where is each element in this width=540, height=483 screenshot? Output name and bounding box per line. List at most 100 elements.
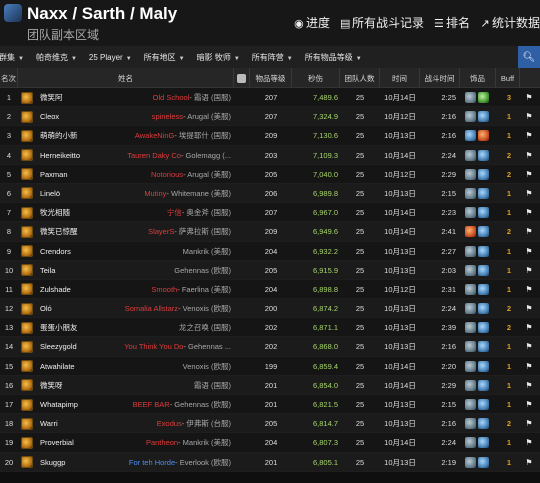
trinket-icon[interactable] bbox=[465, 322, 476, 334]
table-row[interactable]: 19 Proverbial Pantheon - Mankrik (美服) 204 6,8… bbox=[0, 433, 540, 453]
dps-cell[interactable]: 6,898.8 bbox=[296, 280, 338, 299]
flag-icon[interactable]: ⚑ bbox=[521, 165, 537, 184]
buff-count[interactable]: 3 bbox=[500, 88, 518, 107]
dps-cell[interactable]: 7,324.9 bbox=[296, 107, 338, 126]
buff-count[interactable]: 1 bbox=[500, 395, 518, 414]
buff-count[interactable]: 1 bbox=[500, 184, 518, 203]
table-row[interactable]: 7 牧光相随 宁信 - 奥金斧 (国服) 207 6,967.0 25 10月14日 2:23 1… bbox=[0, 203, 540, 223]
trinket-icon[interactable] bbox=[478, 245, 489, 257]
filter-spec[interactable]: 暗影 牧师 ▼ bbox=[191, 52, 246, 63]
flag-icon[interactable]: ⚑ bbox=[521, 337, 537, 356]
filter-faction[interactable]: 所有阵营 ▼ bbox=[246, 52, 299, 63]
trinket-icon[interactable] bbox=[465, 399, 476, 410]
dps-cell[interactable]: 6,859.4 bbox=[296, 357, 338, 376]
table-row[interactable]: 20 Skuggp For teh Horde - Everlook (欧服) 201 6… bbox=[0, 452, 540, 472]
dps-cell[interactable]: 6,868.0 bbox=[296, 337, 338, 356]
buff-count[interactable]: 1 bbox=[500, 433, 518, 452]
table-row[interactable]: 18 Warri Exodus - 伊弗斯 (台服) 205 6,814.7 25 10月13… bbox=[0, 414, 540, 434]
guild-link[interactable]: Tauren Daky Co bbox=[127, 151, 181, 160]
guild-link[interactable]: Smooth bbox=[151, 285, 177, 294]
trinket-icon[interactable] bbox=[465, 168, 476, 180]
col-buff[interactable]: Buff bbox=[496, 68, 520, 88]
dps-cell[interactable]: 6,854.0 bbox=[296, 376, 338, 395]
flag-icon[interactable]: ⚑ bbox=[521, 107, 537, 126]
col-date[interactable]: 时间 bbox=[380, 68, 420, 88]
flag-icon[interactable]: ⚑ bbox=[521, 88, 537, 107]
flag-icon[interactable]: ⚑ bbox=[521, 242, 537, 261]
flag-icon[interactable]: ⚑ bbox=[521, 126, 537, 145]
col-size[interactable]: 团队人数 bbox=[340, 68, 380, 88]
table-row[interactable]: 1 微笑阿 Old School - 霜语 (国服) 207 7,489.6 25 10月14… bbox=[0, 88, 540, 108]
flag-icon[interactable]: ⚑ bbox=[521, 146, 537, 165]
filter-size[interactable]: 25 Player ▼ bbox=[83, 53, 138, 62]
trinket-icon[interactable] bbox=[478, 149, 489, 161]
buff-count[interactable]: 1 bbox=[500, 203, 518, 222]
table-row[interactable]: 5 Paxman Notorious - Arugal (美服) 205 7,040.0 2… bbox=[0, 164, 540, 184]
trinket-icon[interactable] bbox=[465, 130, 476, 142]
dps-cell[interactable]: 6,932.2 bbox=[296, 242, 338, 261]
dps-cell[interactable]: 7,489.6 bbox=[296, 88, 338, 107]
trinket-icon[interactable] bbox=[465, 245, 476, 257]
guild-link[interactable]: Notorious bbox=[151, 170, 183, 179]
buff-count[interactable]: 1 bbox=[500, 126, 518, 145]
trinket-icon[interactable] bbox=[465, 303, 476, 315]
table-row[interactable]: 11 Zulshade Smooth - Faerlina (美服) 204 6,898.… bbox=[0, 279, 540, 300]
trinket-icon[interactable] bbox=[465, 226, 476, 238]
table-row[interactable]: 10 Teila Gehennas (欧服) 205 6,915.9 25 10月13日 2:… bbox=[0, 260, 540, 280]
col-dps[interactable]: 秒伤 bbox=[292, 68, 340, 88]
trinket-icon[interactable] bbox=[465, 341, 476, 353]
col-name[interactable]: 姓名 bbox=[18, 68, 234, 88]
dps-cell[interactable]: 6,814.7 bbox=[296, 414, 338, 433]
dps-cell[interactable]: 7,040.0 bbox=[296, 165, 338, 184]
trinket-icon[interactable] bbox=[478, 207, 489, 219]
trinket-icon[interactable] bbox=[465, 456, 476, 468]
col-duration[interactable]: 战斗时间 bbox=[420, 68, 460, 88]
buff-count[interactable]: 1 bbox=[500, 453, 518, 472]
dps-cell[interactable]: 7,109.3 bbox=[296, 146, 338, 165]
guild-link[interactable]: 宁信 bbox=[167, 207, 182, 218]
dps-cell[interactable]: 7,130.6 bbox=[296, 126, 338, 145]
trinket-icon[interactable] bbox=[465, 264, 476, 276]
guild-link[interactable]: spineless bbox=[152, 112, 183, 121]
trinket-icon[interactable] bbox=[478, 92, 489, 103]
trinket-icon[interactable] bbox=[465, 92, 476, 103]
flag-icon[interactable]: ⚑ bbox=[521, 453, 537, 472]
table-row[interactable]: 2 Cleox spineless - Arugal (美服) 207 7,324.9 25… bbox=[0, 107, 540, 127]
guild-link[interactable]: Old School bbox=[153, 93, 190, 102]
guild-link[interactable]: BEEF BAR bbox=[133, 400, 170, 409]
flag-icon[interactable]: ⚑ bbox=[521, 261, 537, 280]
guild-link[interactable]: Somalia Allstarz bbox=[125, 304, 178, 313]
buff-count[interactable]: 2 bbox=[500, 165, 518, 184]
table-row[interactable]: 8 微笑已惊醒 SlayerS - 萨弗拉斯 (国服) 209 6,949.6 25 10月1… bbox=[0, 222, 540, 242]
table-row[interactable]: 15 Atwahilate Venoxis (欧服) 199 6,859.4 25 10月1… bbox=[0, 356, 540, 376]
dps-cell[interactable]: 6,989.8 bbox=[296, 184, 338, 203]
trinket-icon[interactable] bbox=[465, 379, 476, 391]
trinket-icon[interactable] bbox=[465, 360, 476, 372]
dps-cell[interactable]: 6,874.2 bbox=[296, 299, 338, 318]
table-row[interactable]: 16 微笑呀 霜语 (国服) 201 6,854.0 25 10月14日 2:29 1 ⚑ bbox=[0, 375, 540, 395]
trinket-icon[interactable] bbox=[478, 111, 489, 123]
col-rank[interactable]: 名次 bbox=[0, 68, 18, 88]
trinket-icon[interactable] bbox=[465, 149, 476, 161]
buff-count[interactable]: 2 bbox=[500, 222, 518, 241]
filter-region[interactable]: 所有地区 ▼ bbox=[138, 52, 191, 63]
flag-icon[interactable]: ⚑ bbox=[521, 433, 537, 452]
flag-icon[interactable]: ⚑ bbox=[521, 299, 537, 318]
table-row[interactable]: 14 Sleezygold You Think You Do - Gehennas .… bbox=[0, 337, 540, 357]
col-items[interactable]: 饰品 bbox=[460, 68, 496, 88]
table-row[interactable]: 3 萌萌的小新 AwakeNinG - 埃提耶什 (国服) 209 7,130.6 25 10… bbox=[0, 126, 540, 146]
trinket-icon[interactable] bbox=[478, 379, 489, 391]
buff-count[interactable]: 1 bbox=[500, 357, 518, 376]
guild-link[interactable]: Exodus bbox=[157, 419, 182, 428]
flag-icon[interactable]: ⚑ bbox=[521, 280, 537, 299]
nav-stats[interactable]: ↗ 统计数据 bbox=[480, 14, 540, 31]
guild-link[interactable]: AwakeNinG bbox=[135, 131, 174, 140]
nav-progress[interactable]: ◉ 进度 bbox=[294, 14, 330, 31]
buff-count[interactable]: 2 bbox=[500, 318, 518, 337]
guild-link[interactable]: SlayerS bbox=[148, 227, 174, 236]
col-ilvl[interactable]: 物品等级 bbox=[250, 68, 292, 88]
buff-count[interactable]: 1 bbox=[500, 242, 518, 261]
flag-icon[interactable]: ⚑ bbox=[521, 203, 537, 222]
nav-ranking[interactable]: ☰ 排名 bbox=[434, 14, 470, 31]
flag-icon[interactable]: ⚑ bbox=[521, 318, 537, 337]
